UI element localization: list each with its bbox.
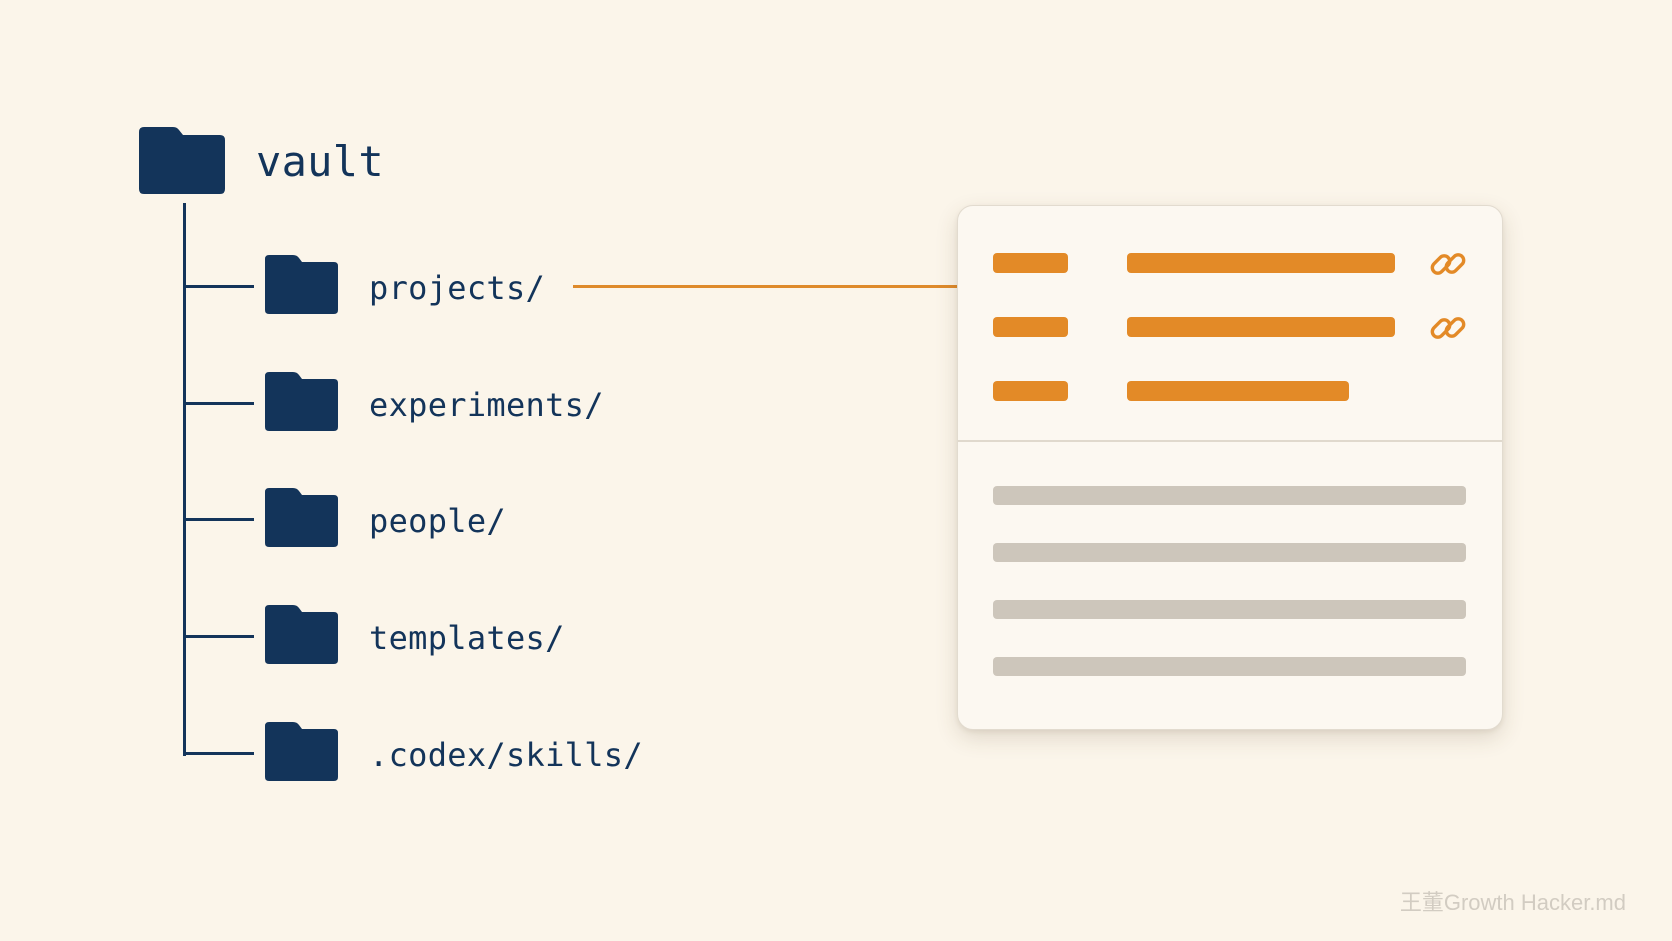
folder-icon — [265, 488, 338, 547]
property-key-bar — [993, 317, 1068, 337]
tree-branch — [183, 284, 254, 288]
folder-label-projects[interactable]: projects/ — [369, 272, 545, 304]
folder-icon — [265, 372, 338, 431]
body-text-line — [993, 486, 1466, 505]
folder-icon — [265, 255, 338, 314]
body-text-line — [993, 657, 1466, 676]
tree-branch — [183, 401, 254, 405]
tree-branch — [183, 751, 254, 755]
folder-icon — [265, 605, 338, 664]
tree-branch — [183, 517, 254, 521]
property-key-bar — [993, 253, 1068, 273]
link-connector — [573, 284, 958, 288]
folder-icon — [139, 127, 225, 194]
property-value-bar — [1127, 381, 1349, 401]
property-value-bar — [1127, 317, 1395, 337]
link-icon[interactable] — [1428, 244, 1468, 284]
property-value-bar — [1127, 253, 1395, 273]
folder-label-templates[interactable]: templates/ — [369, 622, 565, 654]
folder-label-codex-skills[interactable]: .codex/skills/ — [369, 739, 643, 771]
folder-label-experiments[interactable]: experiments/ — [369, 389, 604, 421]
property-key-bar — [993, 381, 1068, 401]
note-card — [957, 205, 1503, 730]
folder-icon — [265, 722, 338, 781]
vault-diagram: vault projects/ experiments/ people/ tem… — [0, 0, 1672, 941]
root-folder-label: vault — [256, 137, 384, 186]
link-icon[interactable] — [1428, 308, 1468, 348]
tree-branch — [183, 634, 254, 638]
body-text-line — [993, 543, 1466, 562]
card-divider — [958, 440, 1502, 442]
watermark: 王董Growth Hacker.md — [1399, 890, 1626, 915]
folder-label-people[interactable]: people/ — [369, 505, 506, 537]
body-text-line — [993, 600, 1466, 619]
